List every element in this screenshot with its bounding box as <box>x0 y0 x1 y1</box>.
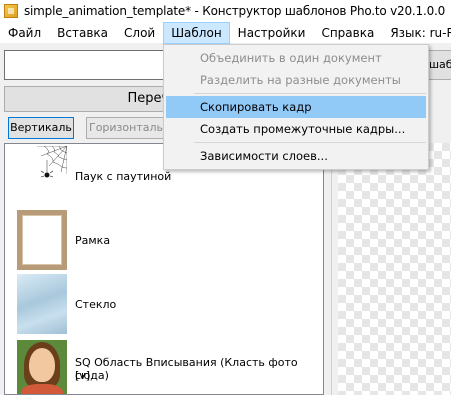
photo-thumbnail <box>17 340 67 394</box>
menu-item-copy-frame[interactable]: Скопировать кадр <box>166 96 426 118</box>
window-title: simple_animation_template* - Конструктор… <box>24 4 446 18</box>
menu-insert[interactable]: Вставка <box>49 22 116 44</box>
layer-label: Рамка <box>75 234 111 247</box>
horizontal-button[interactable]: Горизонталь <box>86 117 166 139</box>
menu-language[interactable]: Язык: ru-RU <box>382 22 451 44</box>
menu-bar: Файл Вставка Слой Шаблон Настройки Справ… <box>0 21 451 44</box>
menu-item-layer-dependencies[interactable]: Зависимости слоев... <box>166 145 426 167</box>
layer-item[interactable]: SQ Область Вписывания (Класть фото сюда)… <box>5 336 323 394</box>
menu-separator <box>194 142 426 143</box>
menu-item-create-intermediate-frames[interactable]: Создать промежуточные кадры... <box>166 118 426 140</box>
menu-layer[interactable]: Слой <box>116 22 163 44</box>
glass-thumbnail <box>17 274 67 334</box>
layer-list[interactable]: Паук с паутиной Рамка Стекло SQ Область … <box>4 143 324 395</box>
title-bar: simple_animation_template* - Конструктор… <box>0 0 451 22</box>
menu-item-merge-documents[interactable]: Объединить в один документ <box>166 47 426 69</box>
app-icon <box>4 4 18 18</box>
layer-label: Паук с паутиной <box>75 170 172 183</box>
menu-item-split-documents[interactable]: Разделить на разные документы <box>166 69 426 91</box>
menu-settings[interactable]: Настройки <box>230 22 314 44</box>
menu-file[interactable]: Файл <box>0 22 49 44</box>
menu-help[interactable]: Справка <box>313 22 382 44</box>
photo-face <box>29 348 55 382</box>
frame-thumbnail <box>17 210 67 270</box>
layer-item[interactable]: Рамка <box>5 208 323 272</box>
template-menu-dropdown: Объединить в один документ Разделить на … <box>163 44 429 170</box>
layer-list-scrollbar[interactable] <box>324 143 332 395</box>
vertical-button[interactable]: Вертикаль <box>8 117 74 139</box>
spider-web-thumbnail <box>17 146 67 206</box>
layer-sublabel: [v] <box>75 369 91 382</box>
layer-label: SQ Область Вписывания (Класть фото сюда) <box>75 356 298 382</box>
spider-web-icon <box>37 146 67 178</box>
menu-template[interactable]: Шаблон <box>163 21 230 44</box>
layer-item[interactable]: Стекло <box>5 272 323 336</box>
layer-label: Стекло <box>75 298 117 311</box>
canvas-preview[interactable] <box>338 143 451 395</box>
photo-shirt <box>21 384 63 394</box>
menu-separator <box>194 93 426 94</box>
